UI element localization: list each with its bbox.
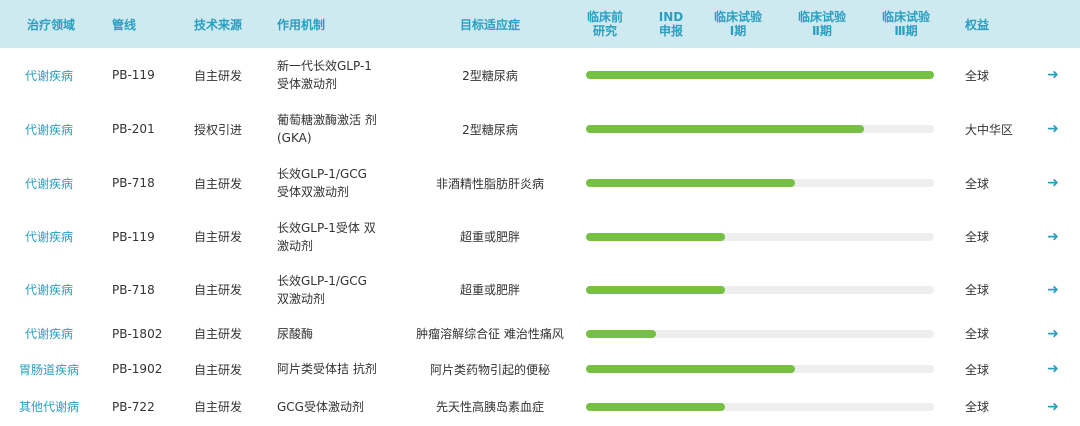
rights: 大中华区 xyxy=(965,122,1014,137)
table-row[interactable]: 代谢疾病 PB-718 自主研发 长效GLP-1/GCG双激动剂 超重或肥胖 全球 ➜ xyxy=(0,263,1080,316)
therapeutic-area: 代谢疾病 xyxy=(24,68,73,83)
progress-track xyxy=(586,402,934,411)
arrow-right-icon[interactable]: ➜ xyxy=(1044,156,1062,210)
arrow-right-icon[interactable]: ➜ xyxy=(1044,48,1062,102)
arrow-right-icon[interactable]: ➜ xyxy=(1044,210,1062,263)
arrow-right-icon[interactable]: ➜ xyxy=(1044,316,1062,351)
pipeline-code: PB-718 xyxy=(112,176,155,190)
table-row[interactable]: 其他代谢病 PB-722 自主研发 GCG受体激动剂 先天性高胰岛素血症 全球 ➜ xyxy=(0,387,1080,426)
technology-source: 自主研发 xyxy=(194,362,243,377)
mechanism: 新一代长效GLP-1受体激动剂 xyxy=(277,59,372,91)
progress-track xyxy=(586,71,934,79)
header-phase-2: 临床试验 Ⅱ期 xyxy=(797,10,846,38)
rights: 全球 xyxy=(965,327,990,341)
mechanism: GCG受体激动剂 xyxy=(277,399,364,414)
progress-fill xyxy=(586,232,726,241)
arrow-right-icon[interactable]: ➜ xyxy=(1044,351,1062,387)
pipeline-code: PB-119 xyxy=(112,229,155,244)
target-indication: 2型糖尿病 xyxy=(462,122,518,137)
header-phase-ind: IND 申报 xyxy=(658,10,684,38)
pipeline-code: PB-722 xyxy=(112,399,155,414)
technology-source: 自主研发 xyxy=(194,400,243,414)
pipeline-code: PB-119 xyxy=(112,68,155,82)
header-area: 治疗领域 xyxy=(27,17,76,32)
progress-track xyxy=(586,125,934,133)
mechanism: 葡萄糖激酶激活 剂(GKA) xyxy=(277,113,377,145)
technology-source: 授权引进 xyxy=(194,122,243,137)
progress-fill xyxy=(586,365,795,373)
mechanism: 长效GLP-1/GCG双激动剂 xyxy=(277,273,367,306)
mechanism: 长效GLP-1/GCG受体双激动剂 xyxy=(277,167,367,199)
rights: 全球 xyxy=(965,400,990,414)
pipeline-code: PB-201 xyxy=(112,122,155,136)
progress-fill xyxy=(586,329,656,338)
arrow-right-icon[interactable]: ➜ xyxy=(1044,102,1062,156)
header-pipeline: 管线 xyxy=(112,17,137,32)
therapeutic-area: 其他代谢病 xyxy=(18,400,79,414)
header-phase-3: 临床试验 Ⅲ期 xyxy=(881,10,930,38)
therapeutic-area: 代谢疾病 xyxy=(24,230,73,244)
progress-track xyxy=(586,285,934,294)
table-row[interactable]: 代谢疾病 PB-1802 自主研发 尿酸酶 肿瘤溶解综合征 难治性痛风 全球 ➜ xyxy=(0,316,1080,351)
header-rights: 权益 xyxy=(965,17,990,32)
mechanism: 阿片类受体拮 抗剂 xyxy=(277,362,377,376)
therapeutic-area: 代谢疾病 xyxy=(24,176,73,191)
pipeline-table: 治疗领域 管线 技术来源 作用机制 目标适应症 临床前 研究 IND 申报 临床… xyxy=(0,0,1080,426)
progress-track xyxy=(586,365,934,373)
pipeline-code: PB-1902 xyxy=(112,362,163,376)
header-source: 技术来源 xyxy=(194,17,243,32)
arrow-right-icon[interactable]: ➜ xyxy=(1044,263,1062,316)
table-row[interactable]: 代谢疾病 PB-119 自主研发 新一代长效GLP-1受体激动剂 2型糖尿病 全球 ➜ xyxy=(0,48,1080,102)
technology-source: 自主研发 xyxy=(194,230,243,244)
technology-source: 自主研发 xyxy=(194,176,243,191)
header-phase-1: 临床试验 Ⅰ期 xyxy=(713,10,762,38)
target-indication: 非酒精性脂肪肝炎病 xyxy=(435,176,544,191)
header-mechanism: 作用机制 xyxy=(277,17,326,32)
progress-fill xyxy=(586,71,934,79)
header-indication: 目标适应症 xyxy=(459,17,520,32)
technology-source: 自主研发 xyxy=(194,327,243,341)
progress-track xyxy=(586,179,934,187)
progress-fill xyxy=(586,285,726,294)
therapeutic-area: 代谢疾病 xyxy=(24,283,73,297)
rights: 全球 xyxy=(965,68,990,83)
progress-track xyxy=(586,232,934,241)
rights: 全球 xyxy=(965,176,990,191)
rights: 全球 xyxy=(965,230,990,244)
technology-source: 自主研发 xyxy=(194,68,243,83)
table-row[interactable]: 胃肠道疾病 PB-1902 自主研发 阿片类受体拮 抗剂 阿片类药物引起的便秘 全球 ➜ xyxy=(0,351,1080,387)
progress-track xyxy=(586,329,934,338)
table-header: 治疗领域 管线 技术来源 作用机制 目标适应症 临床前 研究 IND 申报 临床… xyxy=(0,0,1080,48)
rights: 全球 xyxy=(965,283,990,297)
pipeline-code: PB-1802 xyxy=(112,326,163,341)
table-row[interactable]: 代谢疾病 PB-119 自主研发 长效GLP-1受体 双激动剂 超重或肥胖 全球 ➜ xyxy=(0,210,1080,263)
arrow-right-icon[interactable]: ➜ xyxy=(1044,387,1062,426)
therapeutic-area: 胃肠道疾病 xyxy=(18,362,79,377)
rights: 全球 xyxy=(965,362,990,377)
progress-fill xyxy=(586,402,726,411)
target-indication: 先天性高胰岛素血症 xyxy=(435,400,544,414)
pipeline-code: PB-718 xyxy=(112,282,155,297)
table-row[interactable]: 代谢疾病 PB-718 自主研发 长效GLP-1/GCG受体双激动剂 非酒精性脂肪肝炎病… xyxy=(0,156,1080,210)
target-indication: 阿片类药物引起的便秘 xyxy=(429,362,550,377)
therapeutic-area: 代谢疾病 xyxy=(24,327,73,341)
table-row[interactable]: 代谢疾病 PB-201 授权引进 葡萄糖激酶激活 剂(GKA) 2型糖尿病 大中华区 ➜ xyxy=(0,102,1080,156)
mechanism: 尿酸酶 xyxy=(277,326,314,341)
progress-fill xyxy=(586,125,865,133)
technology-source: 自主研发 xyxy=(194,283,243,297)
header-phase-preclinical: 临床前 研究 xyxy=(586,10,623,38)
target-indication: 2型糖尿病 xyxy=(462,68,518,83)
target-indication: 超重或肥胖 xyxy=(459,283,520,297)
target-indication: 超重或肥胖 xyxy=(459,230,520,244)
mechanism: 长效GLP-1受体 双激动剂 xyxy=(277,220,376,253)
therapeutic-area: 代谢疾病 xyxy=(24,122,73,137)
progress-fill xyxy=(586,179,795,187)
target-indication: 肿瘤溶解综合征 难治性痛风 xyxy=(416,327,564,341)
